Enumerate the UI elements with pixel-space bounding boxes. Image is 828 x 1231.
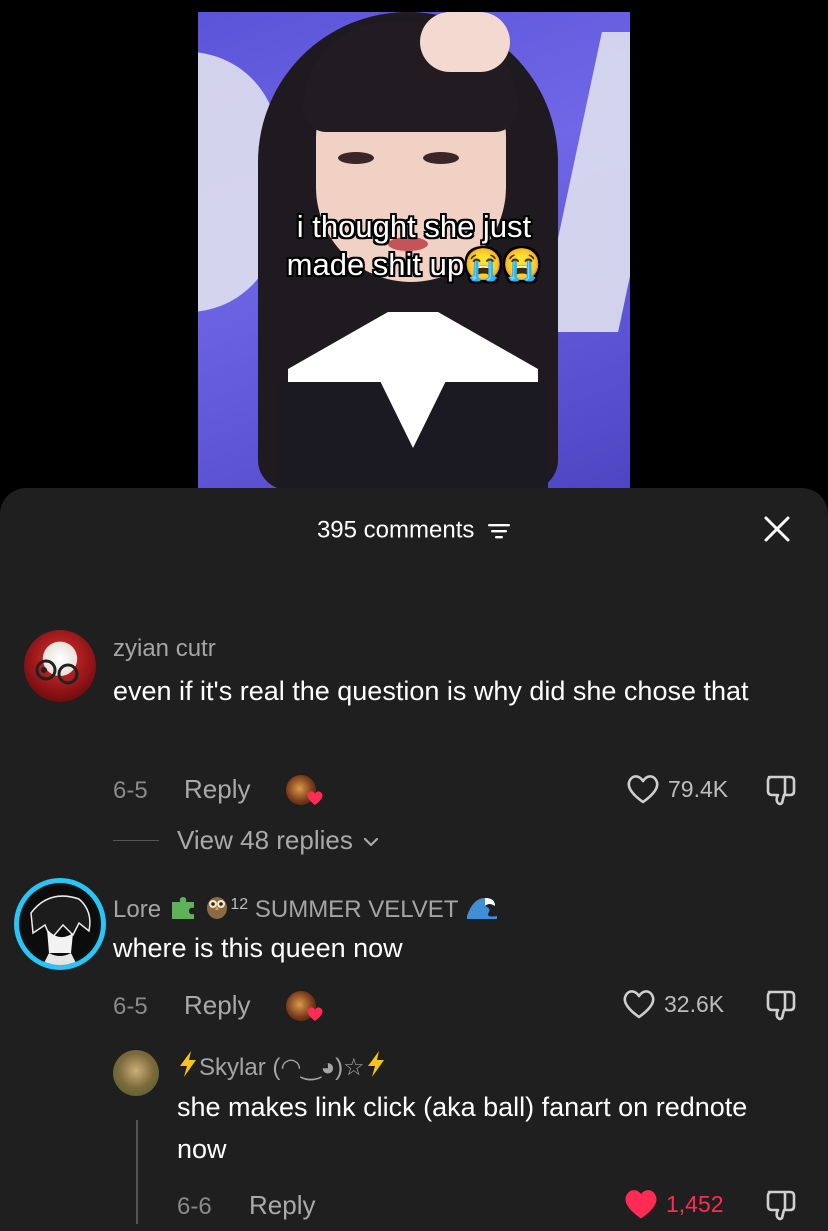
video-figure-hair-bow bbox=[420, 12, 510, 72]
video-caption-line: i thought she just bbox=[296, 209, 532, 244]
username-text: Skylar (◠‿◕)☆ bbox=[199, 1054, 365, 1081]
reply-button[interactable]: Reply bbox=[184, 774, 250, 805]
dislike-icon[interactable] bbox=[764, 773, 798, 807]
comment-username[interactable]: Lore 12 SUMMER VELVET bbox=[113, 892, 499, 924]
dislike-icon[interactable] bbox=[764, 988, 798, 1022]
comment-date: 6-6 bbox=[177, 1193, 212, 1220]
lightning-icon bbox=[180, 1051, 196, 1077]
comment-username[interactable]: Skylar (◠‿◕)☆ bbox=[177, 1050, 387, 1082]
avatar[interactable] bbox=[14, 878, 106, 970]
close-icon[interactable] bbox=[762, 514, 792, 544]
reply-button[interactable]: Reply bbox=[249, 1190, 315, 1221]
reply-thread-line bbox=[136, 1120, 138, 1224]
chevron-down-icon bbox=[363, 838, 379, 847]
heart-icon bbox=[627, 775, 659, 804]
avatar-glasses-icon bbox=[35, 659, 79, 685]
lightning-icon bbox=[367, 1051, 384, 1077]
replies-divider bbox=[113, 840, 159, 841]
comment-username[interactable]: zyian cutr bbox=[113, 635, 216, 663]
comment-text: even if it's real the question is why di… bbox=[113, 676, 749, 706]
comments-header: 395 comments bbox=[0, 514, 828, 546]
comment-date: 6-5 bbox=[113, 993, 148, 1020]
video-caption-line: made shit up😭😭 bbox=[286, 247, 542, 282]
video-figure-eye bbox=[423, 152, 459, 164]
avatar[interactable] bbox=[24, 630, 96, 702]
video-figure-eye bbox=[338, 152, 374, 164]
comments-count: 395 comments bbox=[316, 516, 475, 544]
wave-icon bbox=[466, 898, 497, 919]
video-caption: i thought she just made shit up😭😭 bbox=[198, 208, 630, 284]
heart-icon bbox=[307, 791, 323, 805]
filter-icon[interactable] bbox=[487, 522, 511, 540]
like-count: 32.6K bbox=[664, 990, 725, 1017]
comment-text: where is this queen now bbox=[113, 933, 403, 963]
like-button[interactable]: 32.6K bbox=[622, 988, 724, 1020]
like-count: 79.4K bbox=[668, 775, 729, 802]
puzzle-icon bbox=[171, 897, 194, 919]
like-button[interactable]: 1,452 bbox=[624, 1188, 724, 1220]
comment-text: she makes link click (aka ball) fanart o… bbox=[177, 1092, 748, 1164]
username-badge-number: 12 bbox=[230, 896, 249, 913]
view-replies-button[interactable]: View 48 replies bbox=[177, 825, 380, 856]
avatar-portrait-icon bbox=[22, 886, 98, 965]
heart-icon bbox=[307, 1007, 323, 1021]
comments-sheet: 395 comments zyian cutr even if it's rea… bbox=[0, 488, 828, 1231]
heart-icon bbox=[625, 1190, 657, 1219]
owl-icon bbox=[207, 897, 228, 919]
like-button[interactable]: 79.4K bbox=[626, 773, 728, 805]
video-preview[interactable]: i thought she just made shit up😭😭 bbox=[198, 12, 630, 490]
like-count: 1,452 bbox=[666, 1190, 724, 1217]
username-tag: SUMMER VELVET bbox=[254, 896, 459, 923]
reply-button[interactable]: Reply bbox=[184, 990, 250, 1021]
heart-icon bbox=[623, 990, 655, 1019]
username-text: Lore bbox=[113, 896, 162, 923]
screen: i thought she just made shit up😭😭 395 co… bbox=[0, 0, 828, 1231]
comment-date: 6-5 bbox=[113, 777, 148, 804]
view-replies-label: View 48 replies bbox=[177, 825, 353, 855]
dislike-icon[interactable] bbox=[764, 1188, 798, 1222]
avatar[interactable] bbox=[113, 1050, 159, 1096]
